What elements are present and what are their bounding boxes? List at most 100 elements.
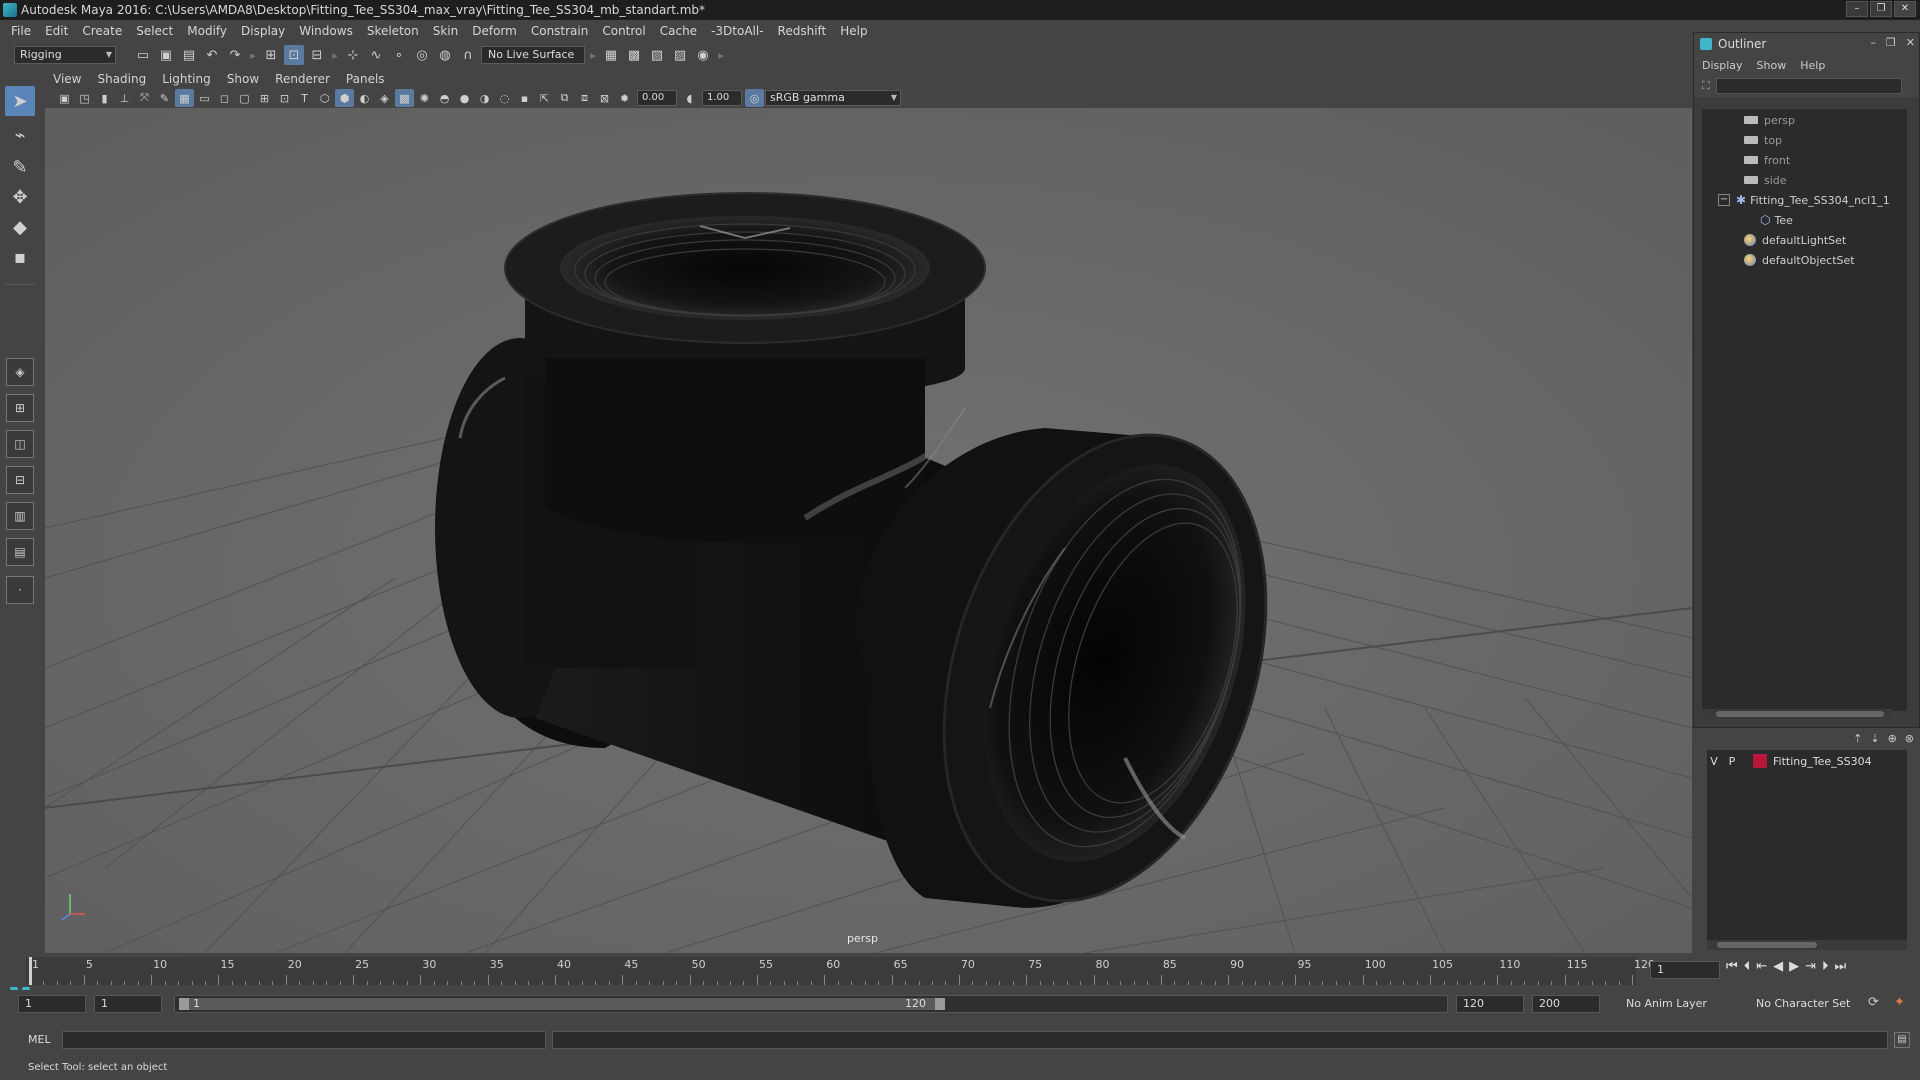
render-view-icon[interactable]: ▦ (601, 45, 621, 65)
viewport-menu-show[interactable]: Show (227, 72, 269, 86)
xray-icon[interactable]: ⧉ (555, 89, 574, 107)
layer-visibility-toggle[interactable]: V (1707, 755, 1721, 768)
range-start-handle[interactable] (179, 998, 189, 1010)
depth-of-field-icon[interactable]: ▪ (515, 89, 534, 107)
go-to-end-icon[interactable]: ⏭ (1835, 959, 1847, 974)
render-settings-icon[interactable]: ▨ (670, 45, 690, 65)
step-back-key-icon[interactable]: ⇤ (1756, 959, 1767, 974)
current-frame-field[interactable]: 1 (1650, 961, 1720, 979)
outliner-search-input[interactable] (1715, 78, 1902, 94)
range-end-handle[interactable] (935, 998, 945, 1010)
scene-3d-view[interactable] (45, 108, 1692, 953)
menu-deform[interactable]: Deform (465, 24, 524, 38)
select-tool-icon[interactable]: ➤ (5, 86, 35, 116)
outliner-menu-show[interactable]: Show (1757, 59, 1787, 72)
use-all-lights-icon[interactable]: ✺ (415, 89, 434, 107)
outliner-item-tee-mesh[interactable]: ⬡ Tee (1760, 211, 1793, 229)
animation-end-field[interactable]: 200 (1532, 995, 1600, 1013)
2d-pan-zoom-icon[interactable]: ⤧ (135, 89, 154, 107)
open-scene-icon[interactable]: ▣ (156, 45, 176, 65)
save-scene-icon[interactable]: ▤ (179, 45, 199, 65)
motion-blur-icon[interactable]: ◑ (475, 89, 494, 107)
layer-playback-toggle[interactable]: P (1725, 755, 1739, 768)
grease-pencil-icon[interactable]: ✎ (155, 89, 174, 107)
scale-tool-icon[interactable]: ▪ (5, 242, 35, 272)
command-input[interactable] (62, 1031, 546, 1049)
menu-skin[interactable]: Skin (426, 24, 466, 38)
outliner-menu-display[interactable]: Display (1702, 59, 1743, 72)
outliner-persp-layout-icon[interactable]: ▥ (6, 502, 34, 530)
snap-magnet-icon[interactable]: ∩ (458, 45, 478, 65)
playback-end-field[interactable]: 120 (1456, 995, 1524, 1013)
viewport-menu-lighting[interactable]: Lighting (162, 72, 221, 86)
hypershade-icon[interactable]: ◉ (693, 45, 713, 65)
animation-start-field[interactable]: 1 (18, 995, 86, 1013)
new-layer-icon[interactable]: ⊕ (1888, 732, 1897, 745)
toolbar-separator[interactable]: ▸ (588, 45, 598, 65)
toolbar-separator[interactable]: ▸ (716, 45, 726, 65)
xray-joints-icon[interactable]: ⧈ (575, 89, 594, 107)
shadows-icon[interactable]: ◓ (435, 89, 454, 107)
safe-title-icon[interactable]: T (295, 89, 314, 107)
gamma-icon[interactable]: ◖ (680, 89, 699, 107)
step-forward-key-icon[interactable]: ⇥ (1805, 959, 1816, 974)
lasso-tool-icon[interactable]: ⌁ (5, 120, 35, 150)
anim-layer-dropdown[interactable]: No Anim Layer (1620, 995, 1740, 1013)
close-button[interactable]: ✕ (1894, 1, 1916, 17)
menu-redshift[interactable]: Redshift (771, 24, 834, 38)
camera-attributes-icon[interactable]: ◳ (75, 89, 94, 107)
viewport-menu-panels[interactable]: Panels (346, 72, 395, 86)
color-management-icon[interactable]: ◎ (745, 89, 764, 107)
custom-layout-icon[interactable]: · (6, 576, 34, 604)
layer-horizontal-scrollbar[interactable] (1707, 940, 1907, 950)
new-layer-selected-icon[interactable]: ⊗ (1905, 732, 1914, 745)
undo-icon[interactable]: ↶ (202, 45, 222, 65)
script-language-toggle[interactable]: MEL (28, 1033, 51, 1046)
viewport-panel[interactable]: View Shading Lighting Show Renderer Pane… (45, 70, 1692, 953)
select-by-component-icon[interactable]: ⊟ (307, 45, 327, 65)
xray-components-icon[interactable]: ⊠ (595, 89, 614, 107)
current-time-marker[interactable] (29, 957, 32, 985)
move-tool-icon[interactable]: ✥ (5, 182, 35, 212)
outliner-maximize-button[interactable]: ❐ (1886, 36, 1896, 49)
film-gate-icon[interactable]: ▭ (195, 89, 214, 107)
image-plane-icon[interactable]: ⊥ (115, 89, 134, 107)
outliner-item-front[interactable]: front (1744, 151, 1790, 169)
outliner-item-top[interactable]: top (1744, 131, 1782, 149)
select-by-hierarchy-icon[interactable]: ⊞ (261, 45, 281, 65)
redo-icon[interactable]: ↷ (225, 45, 245, 65)
go-to-start-icon[interactable]: ⏮ (1726, 959, 1738, 974)
toolbar-separator[interactable]: ▸ (330, 45, 340, 65)
collapse-toggle-icon[interactable]: − (1718, 194, 1730, 206)
field-chart-icon[interactable]: ⊞ (255, 89, 274, 107)
menu-modify[interactable]: Modify (180, 24, 234, 38)
auto-key-icon[interactable]: ⟳ (1868, 995, 1879, 1010)
menu-create[interactable]: Create (75, 24, 129, 38)
select-by-object-icon[interactable]: ⊡ (284, 45, 304, 65)
snap-to-view-plane-icon[interactable]: ◎ (412, 45, 432, 65)
default-material-icon[interactable]: ◐ (355, 89, 374, 107)
range-fill[interactable] (179, 998, 945, 1010)
screen-space-ao-icon[interactable]: ● (455, 89, 474, 107)
viewport-menu-renderer[interactable]: Renderer (275, 72, 340, 86)
snap-to-grid-icon[interactable]: ⊹ (343, 45, 363, 65)
layer-color-swatch[interactable] (1753, 754, 1767, 768)
script-editor-icon[interactable]: ▤ (1894, 1032, 1910, 1048)
menu-help[interactable]: Help (833, 24, 874, 38)
viewport-menu-shading[interactable]: Shading (97, 72, 156, 86)
gamma-field[interactable]: 1.00 (702, 90, 742, 106)
playback-start-field[interactable]: 1 (94, 995, 162, 1013)
resolution-gate-icon[interactable]: ◻ (215, 89, 234, 107)
scroll-thumb[interactable] (1716, 711, 1884, 717)
render-current-frame-icon[interactable]: ▩ (624, 45, 644, 65)
live-surface-field[interactable]: No Live Surface (481, 46, 585, 64)
two-pane-stacked-layout-icon[interactable]: ⊟ (6, 466, 34, 494)
menu-edit[interactable]: Edit (38, 24, 75, 38)
outliner-graph-layout-icon[interactable]: ▤ (6, 538, 34, 566)
outliner-item-side[interactable]: side (1744, 171, 1787, 189)
move-layer-down-icon[interactable]: ⇣ (1870, 732, 1879, 745)
character-set-dropdown[interactable]: No Character Set (1750, 995, 1870, 1013)
color-space-dropdown[interactable]: sRGB gamma (765, 90, 901, 106)
outliner-menu-help[interactable]: Help (1800, 59, 1825, 72)
play-forwards-icon[interactable]: ▶ (1789, 959, 1799, 974)
